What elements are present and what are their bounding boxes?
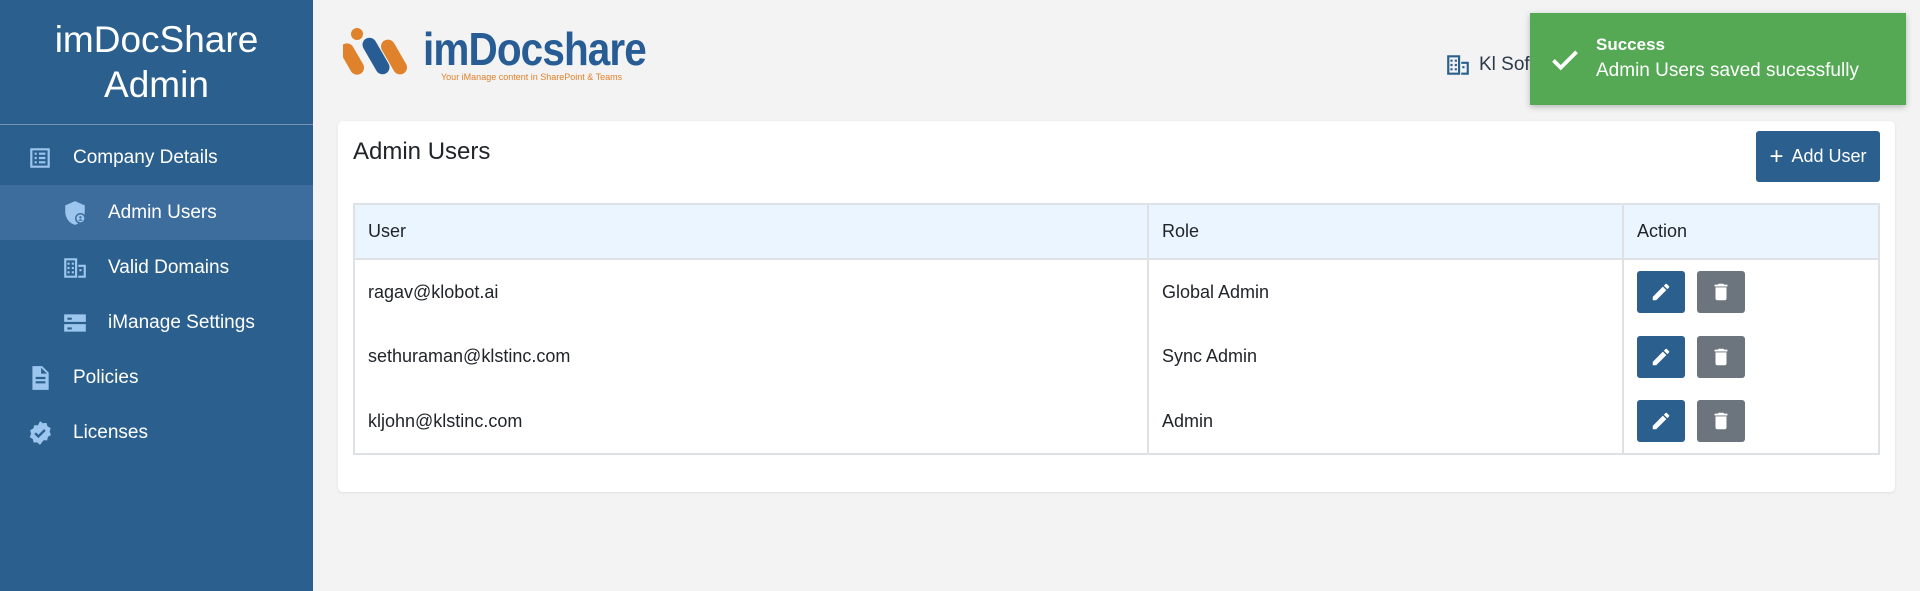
app-title: imDocShare Admin [0, 0, 313, 125]
add-user-button[interactable]: + Add User [1756, 131, 1880, 182]
pencil-icon [1652, 412, 1670, 430]
sidebar-item-policies[interactable]: Policies [0, 350, 313, 405]
pencil-icon [1652, 348, 1670, 365]
toast-message: Admin Users saved sucessfully [1596, 60, 1859, 81]
plus-icon: + [1769, 142, 1784, 170]
trash-icon [1714, 283, 1728, 301]
trash-icon [1714, 348, 1728, 365]
delete-button[interactable] [1697, 335, 1745, 378]
toast-title: Success [1596, 35, 1665, 54]
document-icon [27, 365, 53, 391]
action-cell [1622, 324, 1880, 389]
role-cell: Sync Admin [1147, 324, 1624, 389]
table-row: ragav@klobot.ai Global Admin [353, 259, 1880, 324]
column-header-action: Action [1622, 203, 1880, 260]
action-cell [1622, 389, 1880, 455]
sidebar-item-label: Admin Users [108, 201, 217, 223]
user-email-cell: sethuraman@klstinc.com [353, 324, 1149, 389]
building-icon [1447, 55, 1469, 75]
delete-button[interactable] [1697, 271, 1745, 313]
sidebar-item-label: Valid Domains [108, 256, 230, 278]
table-row: kljohn@klstinc.com Admin [353, 389, 1880, 455]
sidebar-item-label: Company Details [73, 146, 218, 168]
role-cell: Admin [1147, 389, 1624, 455]
tenant-name: Kl Soft [1479, 54, 1535, 75]
sidebar-item-company-details[interactable]: Company Details [0, 130, 313, 185]
delete-button[interactable] [1697, 400, 1745, 442]
app-title-line1: imDocShare [54, 19, 259, 60]
edit-button[interactable] [1637, 335, 1685, 378]
user-email-cell: kljohn@klstinc.com [353, 389, 1149, 455]
sidebar-item-label: iManage Settings [108, 311, 255, 333]
role-cell: Global Admin [1147, 259, 1624, 324]
edit-button[interactable] [1637, 400, 1685, 442]
sidebar-item-imanage-settings[interactable]: iManage Settings [0, 295, 313, 350]
column-header-user: User [353, 203, 1149, 260]
page-title: Admin Users [353, 138, 491, 165]
pencil-icon [1652, 283, 1670, 301]
building-icon [62, 255, 88, 281]
sidebar: imDocShare Admin Company Details Admin U… [0, 0, 313, 591]
edit-button[interactable] [1637, 271, 1685, 313]
table-header-row: User Role Action [353, 203, 1880, 260]
action-cell [1622, 259, 1880, 324]
add-user-label: Add User [1791, 146, 1867, 166]
shield-icon [62, 200, 88, 226]
column-header-role: Role [1147, 203, 1624, 260]
checkmark-icon [1548, 42, 1582, 76]
admin-users-table: User Role Action ragav@klobot.ai Global … [353, 203, 1880, 455]
logo: imDocshare Your iManage content in Share… [343, 24, 676, 84]
table-row: sethuraman@klstinc.com Sync Admin [353, 324, 1880, 389]
user-email-cell: ragav@klobot.ai [353, 259, 1149, 324]
trash-icon [1714, 412, 1728, 430]
logo-mark-icon [343, 28, 407, 75]
sidebar-item-label: Policies [73, 366, 139, 388]
sidebar-item-licenses[interactable]: Licenses [0, 405, 313, 460]
tenant-selector[interactable]: Kl Soft [1445, 52, 1535, 78]
list-icon [27, 145, 53, 171]
logo-name: imDocshare [423, 23, 647, 75]
sidebar-item-label: Licenses [73, 421, 148, 443]
admin-users-card: Admin Users + Add User User Role Action … [338, 121, 1895, 492]
sidebar-item-admin-users[interactable]: Admin Users [0, 185, 313, 240]
badge-check-icon [27, 420, 53, 446]
sidebar-item-valid-domains[interactable]: Valid Domains [0, 240, 313, 295]
server-icon [62, 310, 88, 336]
app-title-line2: Admin [104, 64, 209, 105]
success-toast[interactable]: Success Admin Users saved sucessfully [1530, 13, 1906, 105]
